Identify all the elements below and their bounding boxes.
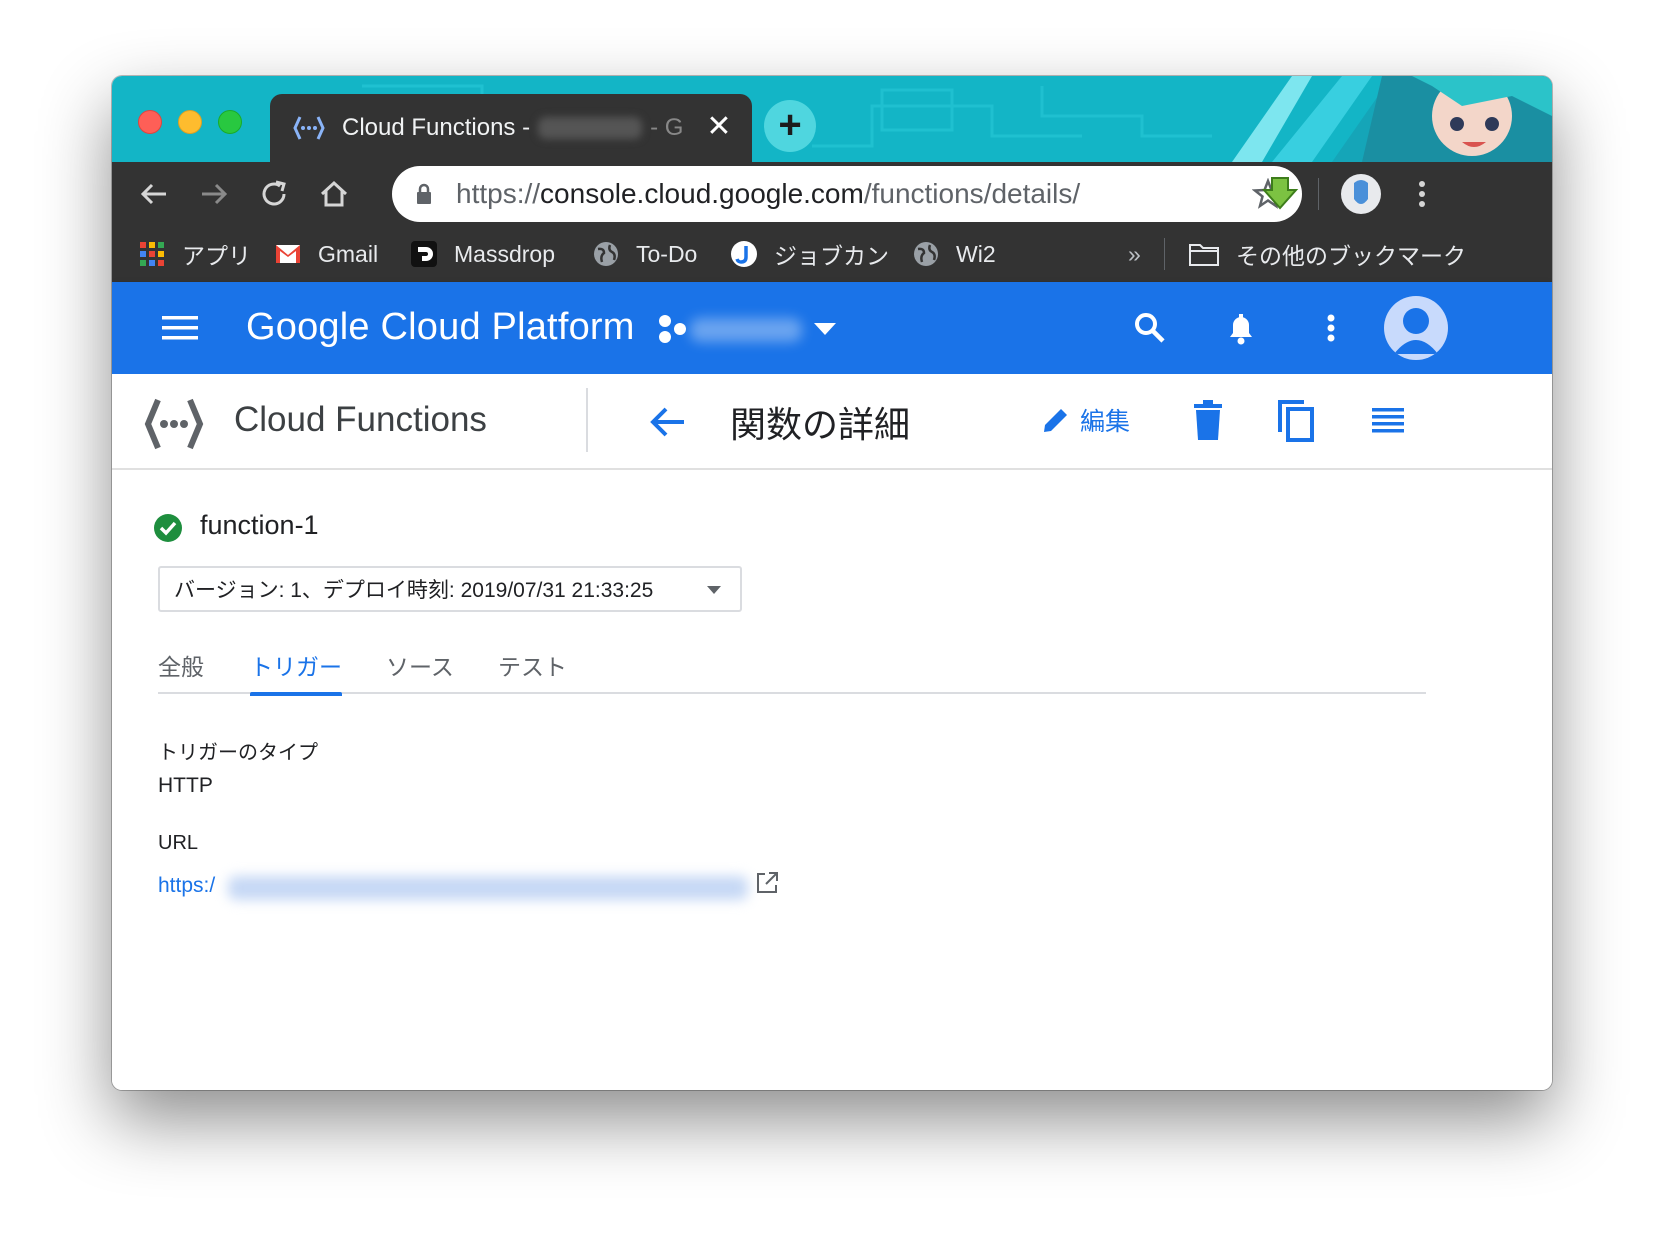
delete-trash-icon[interactable] [1188,398,1228,442]
other-bookmarks-folder[interactable]: その他のブックマーク [1188,226,1466,282]
bookmark-todo[interactable]: To-Do [592,226,697,282]
notifications-bell-icon[interactable] [1224,310,1258,346]
version-select-value: バージョン: 1、デプロイ時刻: 2019/07/31 21:33:25 [174,579,654,602]
browser-tab-active[interactable]: Cloud Functions - - G ✕ [270,94,752,162]
tab-title-suffix: - G [650,114,684,141]
gcp-brand-title[interactable]: Google Cloud Platform [246,306,635,349]
back-arrow-icon[interactable] [648,402,688,442]
product-title: Cloud Functions [234,400,487,439]
status-ok-badge [154,514,182,542]
bookmark-label: Gmail [318,240,379,267]
bookmark-apps[interactable]: アプリ [138,226,251,282]
reload-icon[interactable] [256,176,292,212]
bookmarks-bar: アプリ Gmail Massdrop To-Do ジョブカン Wi2 » その他… [112,226,1552,282]
copy-icon[interactable] [1276,398,1316,442]
detail-tabs: 全般 トリガー ソース テスト [158,648,1426,696]
close-window-button[interactable] [138,110,162,134]
forward-arrow-icon[interactable] [196,176,232,212]
bookmark-label: Wi2 [956,240,996,267]
gcp-header: Google Cloud Platform [112,282,1552,374]
minimize-window-button[interactable] [178,110,202,134]
version-select[interactable]: バージョン: 1、デプロイ時刻: 2019/07/31 21:33:25 [158,566,742,612]
folder-icon [1189,244,1219,266]
chevron-down-icon[interactable] [812,320,838,338]
tab-title: Cloud Functions - [342,114,531,141]
edit-label: 編集 [1080,408,1131,436]
function-name: function-1 [200,510,319,540]
browser-toolbar: https://console.cloud.google.com/functio… [112,162,1552,598]
trigger-type-value: HTTP [158,774,213,797]
bookmark-jobcan[interactable]: ジョブカン [730,226,889,282]
trigger-type-label: トリガーのタイプ [158,742,318,764]
checkmark-icon [159,521,177,536]
redacted-project-selector[interactable] [690,318,802,342]
globe-icon [914,242,938,266]
zoom-window-button[interactable] [218,110,242,134]
bookmark-massdrop[interactable]: Massdrop [410,226,555,282]
back-arrow-icon[interactable] [136,176,172,212]
tab-trigger[interactable]: トリガー [250,648,342,696]
function-details-content: function-1 バージョン: 1、デプロイ時刻: 2019/07/31 2… [112,472,1552,1090]
tab-close-icon[interactable]: ✕ [704,112,734,142]
massdrop-icon [411,241,437,267]
logs-list-icon[interactable] [1368,398,1408,442]
cloud-functions-logo-icon [144,398,204,450]
gmail-icon [276,245,300,263]
more-options-icon[interactable] [1314,310,1348,346]
cloud-functions-favicon-icon [293,116,325,140]
tab-test[interactable]: テスト [498,648,567,694]
page-title: 関数の詳細 [730,404,911,445]
open-in-new-icon[interactable] [754,870,780,896]
bookmarks-overflow-button[interactable]: » [1128,226,1141,282]
other-bookmarks-label: その他のブックマーク [1236,243,1466,269]
tab-source[interactable]: ソース [386,648,454,694]
project-selector-icon[interactable] [656,312,690,346]
new-tab-button[interactable]: + [764,100,816,152]
download-extension-icon[interactable] [1260,174,1300,214]
dropdown-caret-icon [707,586,721,594]
tab-general[interactable]: 全般 [158,648,204,694]
bookmark-wi2[interactable]: Wi2 [912,226,996,282]
browser-menu-icon[interactable] [1404,176,1440,212]
profile-avatar-icon[interactable] [1340,173,1382,215]
address-bar[interactable]: https://console.cloud.google.com/functio… [392,166,1302,598]
url-text: https://console.cloud.google.com/functio… [456,178,1081,209]
apps-grid-icon [140,242,164,266]
jobcan-icon [731,241,757,267]
bookmarks-divider [1164,238,1165,270]
home-icon[interactable] [316,176,352,212]
toolbar-divider [1318,178,1319,210]
globe-icon [594,242,618,266]
browser-window: Cloud Functions - - G ✕ + https://consol… [112,76,1552,1090]
account-person-icon [1394,308,1438,354]
edit-button[interactable]: 編集 [1040,400,1130,440]
pencil-icon [1044,409,1067,432]
bookmark-label: アプリ [182,243,251,269]
tab-strip: Cloud Functions - - G ✕ + [112,76,1552,162]
bookmark-label: To-Do [636,240,698,267]
function-url-link[interactable]: https:/ [158,874,215,898]
hamburger-menu-icon[interactable] [160,312,200,344]
bookmark-gmail[interactable]: Gmail [274,226,378,282]
redacted-function-url[interactable] [228,876,748,900]
redacted-project-name [538,117,643,139]
lock-icon [417,183,431,204]
search-icon[interactable] [1132,310,1166,346]
account-avatar[interactable] [1384,296,1448,360]
url-label: URL [158,832,199,854]
subheader-divider [586,388,588,452]
page-subheader: Cloud Functions 関数の詳細 編集 [112,374,1552,470]
bookmark-label: Massdrop [454,240,555,267]
bookmark-label: ジョブカン [774,243,889,269]
